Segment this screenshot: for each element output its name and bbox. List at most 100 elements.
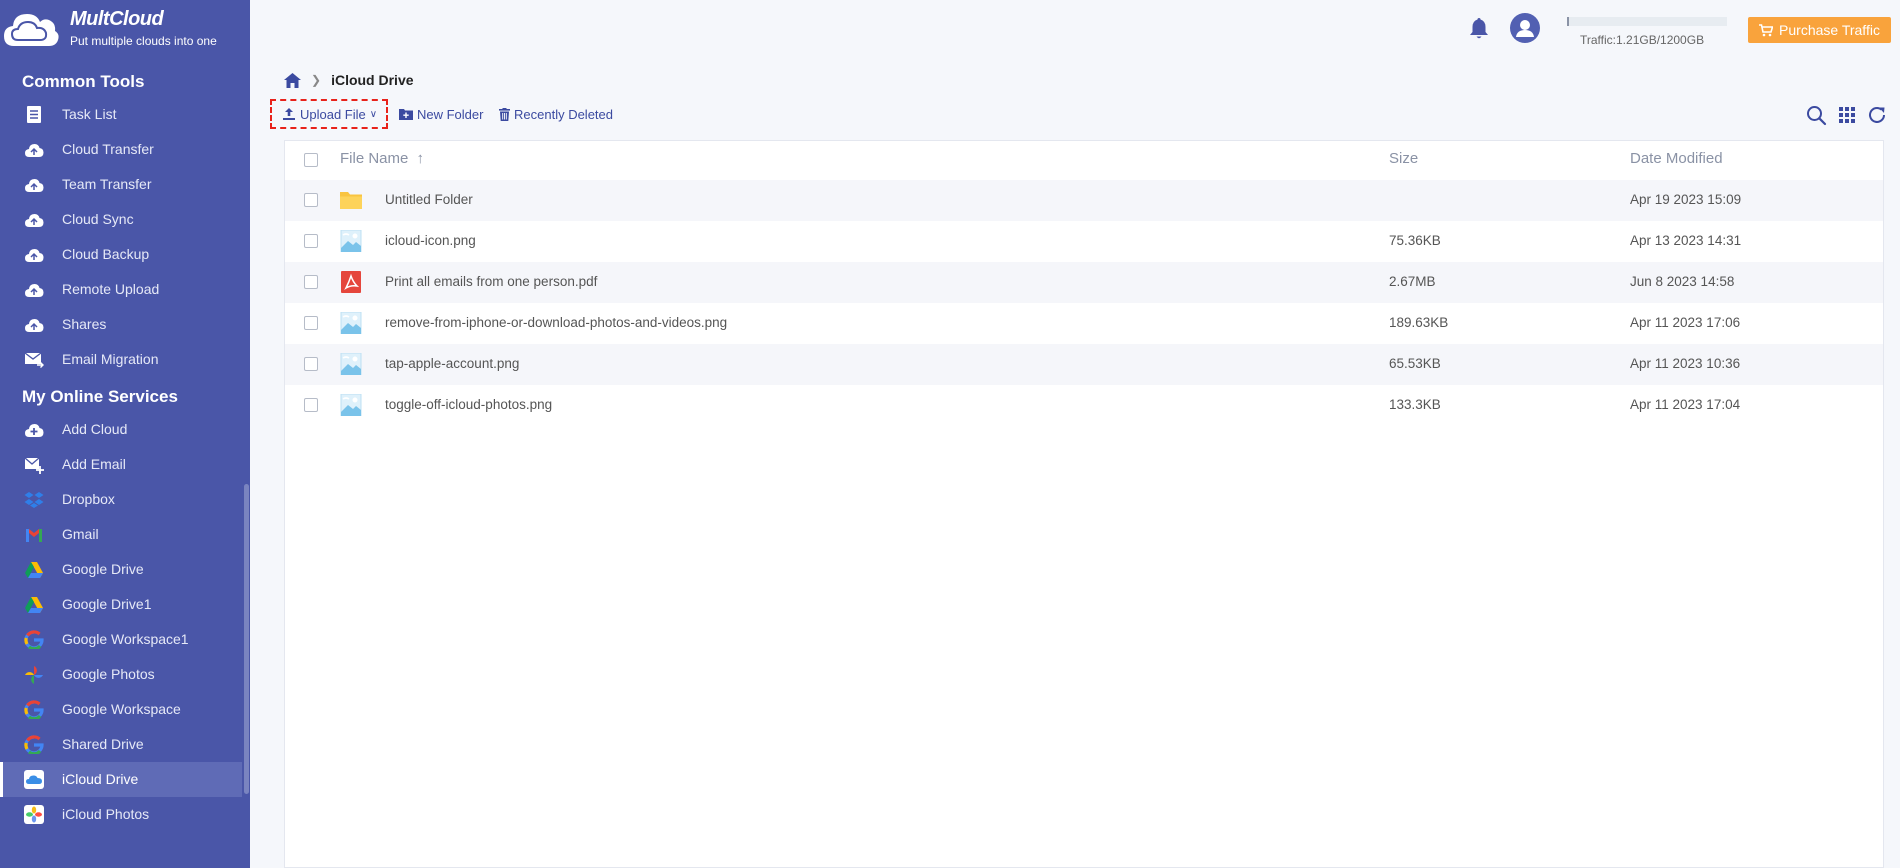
sidebar-scrollbar[interactable] bbox=[244, 484, 249, 794]
row-checkbox[interactable] bbox=[304, 357, 318, 371]
cloud-backup-icon bbox=[25, 249, 44, 262]
sidebar-item-label: iCloud Drive bbox=[62, 771, 139, 787]
google-workspace-icon bbox=[24, 630, 44, 649]
image-file-icon bbox=[340, 312, 362, 334]
row-checkbox[interactable] bbox=[304, 398, 318, 412]
row-checkbox[interactable] bbox=[304, 234, 318, 248]
file-date-modified: Apr 11 2023 10:36 bbox=[1630, 356, 1741, 371]
sidebar-item-remote-upload[interactable]: Remote Upload bbox=[0, 272, 242, 307]
cloud-transfer-icon bbox=[24, 140, 44, 159]
add-cloud-icon bbox=[25, 424, 44, 437]
chevron-down-icon: ∨ bbox=[369, 108, 378, 120]
icloud-drive-icon bbox=[24, 770, 44, 789]
file-size: 75.36KB bbox=[1389, 233, 1441, 248]
table-row[interactable]: tap-apple-account.png 65.53KB Apr 11 2023 … bbox=[285, 344, 1883, 385]
sidebar-item-email-migration[interactable]: Email Migration bbox=[0, 342, 242, 377]
sidebar-item-google-workspace[interactable]: Google Workspace bbox=[0, 692, 242, 727]
grid-view-icon[interactable] bbox=[1836, 104, 1858, 126]
file-name[interactable]: remove-from-iphone-or-download-photos-an… bbox=[385, 315, 727, 330]
table-row[interactable]: remove-from-iphone-or-download-photos-an… bbox=[285, 303, 1883, 344]
task-list-icon bbox=[27, 106, 41, 123]
table-row[interactable]: Print all emails from one person.pdf 2.67… bbox=[285, 262, 1883, 303]
row-checkbox[interactable] bbox=[304, 275, 318, 289]
sidebar-item-label: Task List bbox=[62, 106, 117, 122]
google-drive-icon bbox=[25, 562, 43, 578]
user-avatar[interactable] bbox=[1510, 13, 1540, 43]
multcloud-logo-icon bbox=[4, 14, 59, 46]
email-migration-icon bbox=[24, 352, 44, 368]
online-services-title: My Online Services bbox=[22, 387, 178, 406]
logo[interactable]: MultCloud Put multiple clouds into one bbox=[0, 0, 250, 58]
sort-ascending-icon[interactable]: ↑ bbox=[417, 150, 425, 167]
sidebar: MultCloud Put multiple clouds into one C… bbox=[0, 0, 250, 868]
sidebar-item-google-drive1[interactable]: Google Drive1 bbox=[0, 587, 242, 622]
image-file-icon bbox=[340, 394, 362, 416]
sidebar-item-add-cloud[interactable]: Add Cloud bbox=[0, 412, 242, 447]
sidebar-item-shared-drive[interactable]: Shared Drive bbox=[0, 727, 242, 762]
notification-bell-icon[interactable] bbox=[1467, 16, 1491, 40]
google-photos-icon bbox=[24, 665, 44, 684]
select-all-checkbox[interactable] bbox=[304, 153, 318, 167]
sidebar-item-label: Cloud Backup bbox=[62, 246, 150, 262]
new-folder-button[interactable]: New Folder bbox=[399, 104, 483, 124]
sidebar-item-icloud-photos[interactable]: iCloud Photos bbox=[0, 797, 242, 832]
file-date-modified: Apr 13 2023 14:31 bbox=[1630, 233, 1742, 248]
sidebar-item-shares[interactable]: Shares bbox=[0, 307, 242, 342]
sidebar-item-team-transfer[interactable]: Team Transfer bbox=[0, 167, 242, 202]
recently-deleted-label: Recently Deleted bbox=[514, 106, 613, 122]
shares-icon bbox=[24, 315, 44, 334]
sidebar-item-label: Google Photos bbox=[62, 666, 155, 682]
column-header-date-modified[interactable]: Date Modified bbox=[1630, 150, 1723, 167]
table-header: File Name ↑ Size Date Modified bbox=[285, 141, 1883, 179]
purchase-traffic-button[interactable]: Purchase Traffic bbox=[1748, 17, 1891, 43]
sidebar-item-label: iCloud Photos bbox=[62, 806, 150, 822]
refresh-icon[interactable] bbox=[1866, 104, 1888, 126]
sidebar-item-google-drive[interactable]: Google Drive bbox=[0, 552, 242, 587]
sidebar-item-google-photos[interactable]: Google Photos bbox=[0, 657, 242, 692]
file-date-modified: Jun 8 2023 14:58 bbox=[1630, 274, 1735, 289]
column-header-file-name[interactable]: File Name ↑ bbox=[340, 150, 424, 167]
icloud-drive-icon bbox=[24, 770, 44, 789]
sidebar-item-cloud-backup[interactable]: Cloud Backup bbox=[0, 237, 242, 272]
sidebar-item-dropbox[interactable]: Dropbox bbox=[0, 482, 242, 517]
add-email-icon bbox=[24, 457, 44, 474]
sidebar-item-google-workspace1[interactable]: Google Workspace1 bbox=[0, 622, 242, 657]
row-checkbox[interactable] bbox=[304, 193, 318, 207]
sidebar-item-add-email[interactable]: Add Email bbox=[0, 447, 242, 482]
upload-file-button[interactable]: Upload File ∨ bbox=[282, 104, 377, 124]
column-header-size[interactable]: Size bbox=[1389, 150, 1418, 167]
sidebar-item-cloud-sync[interactable]: Cloud Sync bbox=[0, 202, 242, 237]
team-transfer-icon bbox=[25, 179, 44, 192]
file-name[interactable]: Untitled Folder bbox=[385, 192, 473, 207]
table-row[interactable]: icloud-icon.png 75.36KB Apr 13 2023 14:31 bbox=[285, 221, 1883, 262]
image-file-icon bbox=[340, 230, 362, 252]
google-drive-icon bbox=[24, 560, 44, 579]
sidebar-item-cloud-transfer[interactable]: Cloud Transfer bbox=[0, 132, 242, 167]
file-name[interactable]: toggle-off-icloud-photos.png bbox=[385, 397, 552, 412]
breadcrumb-current: iCloud Drive bbox=[331, 72, 414, 88]
search-icon[interactable] bbox=[1805, 104, 1827, 126]
dropbox-icon bbox=[24, 490, 44, 509]
gmail-icon bbox=[26, 529, 42, 542]
sidebar-item-gmail[interactable]: Gmail bbox=[0, 517, 242, 552]
chevron-right-icon: ❯ bbox=[311, 73, 322, 87]
sidebar-item-icloud-drive[interactable]: iCloud Drive bbox=[0, 762, 242, 797]
file-size: 65.53KB bbox=[1389, 356, 1441, 371]
sidebar-item-label: Google Drive1 bbox=[62, 596, 152, 612]
cloud-backup-icon bbox=[24, 245, 44, 264]
file-name[interactable]: icloud-icon.png bbox=[385, 233, 476, 248]
sidebar-item-label: Gmail bbox=[62, 526, 99, 542]
recently-deleted-button[interactable]: Recently Deleted bbox=[499, 104, 613, 124]
file-name[interactable]: tap-apple-account.png bbox=[385, 356, 519, 371]
table-row[interactable]: toggle-off-icloud-photos.png 133.3KB Apr 1… bbox=[285, 385, 1883, 426]
sidebar-item-task-list[interactable]: Task List bbox=[0, 97, 242, 132]
purchase-traffic-label: Purchase Traffic bbox=[1779, 22, 1880, 38]
row-checkbox[interactable] bbox=[304, 316, 318, 330]
file-name[interactable]: Print all emails from one person.pdf bbox=[385, 274, 597, 289]
table-row[interactable]: Untitled Folder Apr 19 2023 15:09 bbox=[285, 180, 1883, 221]
icloud-photos-icon bbox=[24, 805, 44, 824]
app-name: MultCloud bbox=[70, 8, 164, 30]
home-icon[interactable] bbox=[284, 72, 301, 88]
sidebar-item-label: Cloud Transfer bbox=[62, 141, 154, 157]
sidebar-item-label: Google Drive bbox=[62, 561, 144, 577]
